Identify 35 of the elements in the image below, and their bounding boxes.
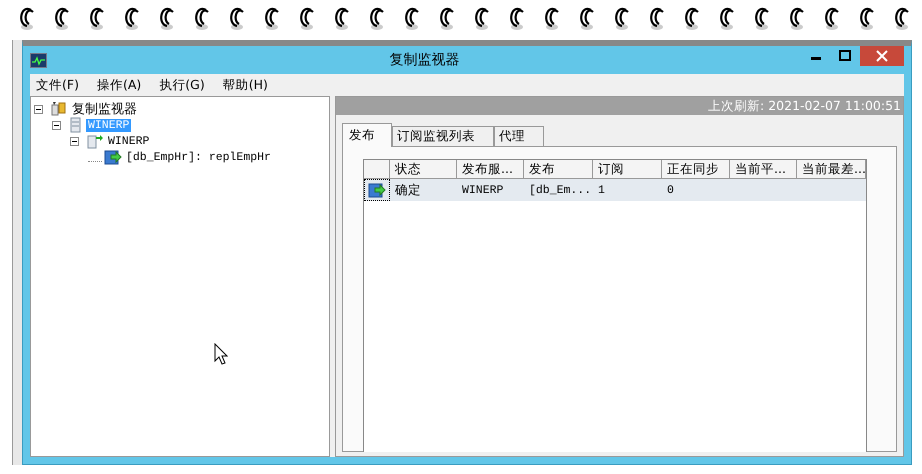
tree-item[interactable]: 复制监视器 bbox=[70, 100, 139, 118]
menu-item[interactable]: 帮助(H) bbox=[220, 76, 270, 94]
menu-item[interactable]: 执行(G) bbox=[157, 76, 207, 94]
mouse-pointer-icon bbox=[214, 343, 228, 365]
publication-icon bbox=[368, 182, 386, 198]
column-header[interactable]: 当前平... bbox=[730, 160, 797, 179]
column-header[interactable]: 发布 bbox=[524, 160, 593, 179]
menu-item[interactable]: 文件(F) bbox=[34, 76, 81, 94]
window-title: 复制监视器 bbox=[388, 51, 460, 69]
column-header[interactable]: 当前最差... bbox=[797, 160, 866, 179]
collapse-icon[interactable] bbox=[34, 104, 43, 114]
table-cell-text: 确定 bbox=[394, 182, 422, 198]
collapse-icon[interactable] bbox=[52, 120, 61, 130]
tree-item[interactable]: WINERP bbox=[106, 134, 152, 148]
menu-item[interactable]: 操作(A) bbox=[94, 76, 144, 94]
last-refresh-text: 上次刷新: 2021-02-07 11:00:51 bbox=[708, 98, 901, 114]
server-group-icon bbox=[50, 101, 68, 117]
column-header[interactable]: 发布服... bbox=[457, 160, 524, 179]
column-header[interactable]: 正在同步 bbox=[662, 160, 730, 179]
table-cell-text: 0 bbox=[666, 184, 675, 196]
tab[interactable]: 发布 bbox=[342, 123, 392, 147]
monitor-app-icon bbox=[30, 52, 47, 68]
close-icon[interactable] bbox=[860, 46, 904, 66]
table-cell-text: [db_Em... bbox=[528, 184, 592, 196]
tree-item[interactable]: [db_EmpHr]: replEmpHr bbox=[124, 150, 273, 164]
tab[interactable]: 代理 bbox=[494, 126, 544, 146]
publication-icon bbox=[104, 149, 122, 165]
tab[interactable]: 订阅监视列表 bbox=[392, 126, 494, 146]
column-header[interactable]: 订阅 bbox=[593, 160, 662, 179]
table-row[interactable]: 确定 WINERP [db_Em... 1 0 bbox=[364, 179, 866, 201]
table-cell-text: WINERP bbox=[461, 184, 504, 196]
collapse-icon[interactable] bbox=[70, 136, 79, 146]
table-cell-text: 1 bbox=[597, 184, 606, 196]
column-header[interactable]: 状态 bbox=[390, 160, 457, 179]
server-arrow-icon bbox=[86, 133, 104, 149]
